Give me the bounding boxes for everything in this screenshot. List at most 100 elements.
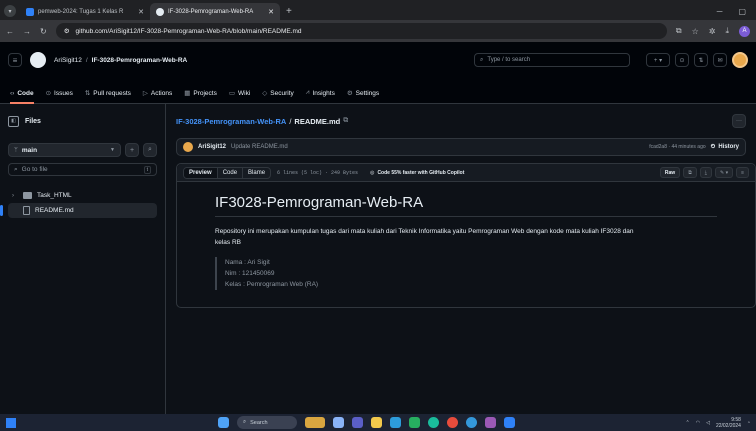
branch-selector[interactable]: ᛘ main ▼ [8,143,121,157]
file-stats: 6 lines (5 loc) · 249 Bytes [277,169,359,176]
history-button[interactable]: ⏲ History [711,144,739,151]
close-tab-icon[interactable]: ✕ [268,8,274,16]
file-explorer-icon[interactable] [371,417,382,428]
edge-icon[interactable] [409,417,420,428]
copy-raw-icon[interactable]: ⧉ [683,167,697,178]
browser-tab-repo[interactable]: IF-3028-Pemrograman-Web-RA ✕ [150,3,280,20]
tree-item-task-html[interactable]: › Task_HTML [8,188,157,203]
code-button[interactable]: Code [218,167,244,178]
teams-icon[interactable] [352,417,363,428]
commit-author[interactable]: AriSigit12 [198,144,226,150]
create-new-button[interactable]: + ▾ [646,53,670,67]
start-windows-icon[interactable] [218,417,229,428]
hamburger-menu-icon[interactable]: ≡ [8,53,22,67]
reload-icon[interactable]: ↻ [40,27,47,36]
copy-path-icon[interactable]: ⧉ [343,117,348,125]
file-path-breadcrumb: IF-3028-Pemrograman-Web-RA / README.md ⧉… [176,112,746,130]
copilot-link[interactable]: ◎ Code 55% faster with GitHub Copilot [370,170,464,176]
search-files-icon[interactable]: ⌕ [143,143,157,157]
window-controls: ─ ▢ [717,7,756,20]
tab-title: IF-3028-Pemrograman-Web-RA [168,8,254,15]
app-icon[interactable] [428,417,439,428]
back-icon[interactable]: ← [6,27,14,36]
chevron-down-icon: ▼ [110,147,115,153]
go-to-file-input[interactable]: ⌕ Go to file t [8,163,157,176]
tab-search-icon[interactable]: ▾ [4,5,16,17]
tab-label: Issues [54,89,73,97]
tree-item-readme[interactable]: README.md [0,203,157,218]
download-raw-icon[interactable]: ⤓ [699,167,712,178]
vscode-icon[interactable] [485,417,496,428]
raw-button[interactable]: Raw [659,167,681,178]
browser-tab-pemweb[interactable]: pemweb-2024: Tugas 1 Kelas R ✕ [20,3,150,20]
taskbar-search[interactable]: ⌕ Search [237,416,297,429]
tab-actions[interactable]: ▷ Actions [143,89,172,104]
task-view-icon[interactable] [333,417,344,428]
owner-link[interactable]: AriSigit12 [54,57,82,64]
clock[interactable]: 9:58 22/02/2024 [716,417,741,429]
commit-author-avatar[interactable] [183,142,193,152]
install-app-icon[interactable]: ⧉ [676,26,682,36]
add-file-button[interactable]: + [125,143,139,157]
quote-line: Nama : Ari Sigit [225,259,270,266]
readme-blockquote: Nama : Ari Sigit Nim : 121450069 Kelas :… [215,257,717,290]
new-tab-button[interactable]: + [280,3,298,20]
inbox-icon[interactable]: ✉ [713,53,727,67]
bookmark-star-icon[interactable]: ☆ [692,27,699,36]
classroom-favicon-icon [26,7,34,16]
tab-projects[interactable]: ▦ Projects [184,89,217,104]
file-tree-sidebar: ◧ Files ᛘ main ▼ + ⌕ ⌕ Go to file t › Ta… [0,104,166,414]
preview-button[interactable]: Preview [184,167,218,178]
download-icon[interactable]: ⤓ [725,26,729,36]
close-tab-icon[interactable]: ✕ [138,8,144,16]
tab-security[interactable]: ◇ Security [262,89,293,104]
tab-code[interactable]: ‹› Code [10,90,34,104]
weather-widget-icon[interactable] [305,417,325,428]
store-icon[interactable] [390,417,401,428]
site-info-icon[interactable]: ⚙ [64,27,70,35]
repo-path-link[interactable]: IF-3028-Pemrograman-Web-RA [176,117,286,126]
issues-icon[interactable]: ⊙ [675,53,689,67]
folder-icon [23,192,32,199]
more-options-icon[interactable]: ··· [732,114,746,128]
url-field[interactable]: ⚙ github.com/AriSigit12/IF-3028-Pemrogra… [55,23,667,39]
pull-requests-icon[interactable]: ⇅ [694,53,708,67]
tab-settings[interactable]: ⚙ Settings [347,89,379,104]
collapse-sidebar-icon[interactable]: ◧ [8,115,19,127]
extensions-icon[interactable]: ✲ [709,27,716,36]
tab-label: Actions [150,89,173,97]
tab-insights[interactable]: ⩘ Insights [306,89,335,104]
tab-wiki[interactable]: ▭ Wiki [229,89,250,104]
system-tray: ⌃ ◠ ◁ 9:58 22/02/2024 ◔ [686,417,751,429]
search-input[interactable]: ⌕ Type / to search [474,53,630,67]
blame-button[interactable]: Blame [243,168,270,178]
wifi-icon[interactable]: ◠ [696,420,700,426]
search-placeholder: Type / to search [487,57,531,63]
file-content-box: Preview Code Blame 6 lines (5 loc) · 249… [176,163,756,308]
forward-icon[interactable]: → [23,27,31,36]
chrome-icon[interactable] [447,417,458,428]
commit-message[interactable]: Update README.md [231,144,288,150]
chevron-right-icon[interactable]: › [12,193,18,199]
github-logo-icon[interactable] [30,52,46,68]
code-icon: ‹› [10,90,15,97]
app-icon[interactable] [466,417,477,428]
user-avatar[interactable] [732,52,748,68]
outline-list-icon[interactable]: ≡ [736,167,749,178]
book-icon: ▭ [228,90,235,97]
repo-link[interactable]: IF-3028-Pemrograman-Web-RA [92,57,188,64]
volume-icon[interactable]: ◁ [706,420,710,426]
app-icon[interactable] [504,417,515,428]
profile-avatar[interactable]: A [739,25,750,37]
view-mode-toggle: Preview Code Blame [183,166,272,179]
notifications-icon[interactable]: ◔ [747,420,750,426]
tab-pull-requests[interactable]: ⇅ Pull requests [85,89,131,104]
taskbar-search-label: Search [250,419,268,426]
tab-issues[interactable]: ⊙ Issues [46,89,73,104]
browser-tab-bar: ▾ pemweb-2024: Tugas 1 Kelas R ✕ IF-3028… [0,0,756,20]
edit-pencil-icon[interactable]: ✎ ▾ [714,167,734,178]
widgets-icon[interactable] [6,417,16,428]
maximize-icon[interactable]: ▢ [738,7,746,16]
minimize-icon[interactable]: ─ [717,7,723,16]
chevron-up-icon[interactable]: ⌃ [686,420,690,426]
